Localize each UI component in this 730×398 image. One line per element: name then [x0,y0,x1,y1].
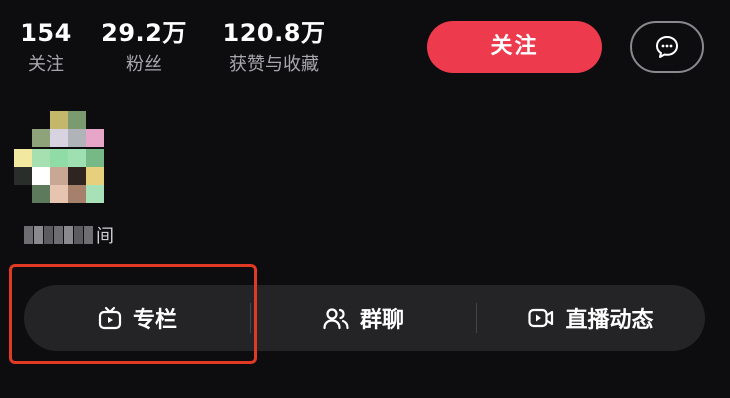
tab-live-updates-label: 直播动态 [565,308,654,333]
username-blur [54,226,63,244]
username-tail: 间 [96,226,114,247]
avatar[interactable] [14,111,110,207]
message-button[interactable] [630,21,704,73]
username-blur [24,226,33,244]
following-label: 关注 [28,54,64,75]
video-camera-icon [528,308,554,328]
tab-group-chat[interactable]: 群聊 [250,285,476,351]
likes-label: 获赞与收藏 [229,54,319,75]
follow-button[interactable]: 关注 [427,21,602,73]
following-stat[interactable]: 154 关注 [18,18,74,78]
following-count: 154 [20,19,72,47]
username-blur [84,226,93,244]
likes-stat[interactable]: 120.8万 获赞与收藏 [218,18,330,78]
tab-group-chat-label: 群聊 [359,308,404,333]
people-icon [323,308,349,330]
profile-page: 154 关注 29.2万 粉丝 120.8万 获赞与收藏 关注 间 专栏 群聊 … [0,0,730,398]
likes-count: 120.8万 [222,19,326,47]
tab-live-updates[interactable]: 直播动态 [476,285,705,351]
username-blur [64,226,73,244]
fans-label: 粉丝 [126,54,162,75]
username-blur [74,226,83,244]
username-blur [44,226,53,244]
fans-stat[interactable]: 29.2万 粉丝 [98,18,190,78]
username-blur [34,226,43,244]
highlight-box [9,264,257,364]
chat-bubble-icon [656,36,678,58]
fans-count: 29.2万 [101,19,187,47]
username: 间 [24,223,114,247]
